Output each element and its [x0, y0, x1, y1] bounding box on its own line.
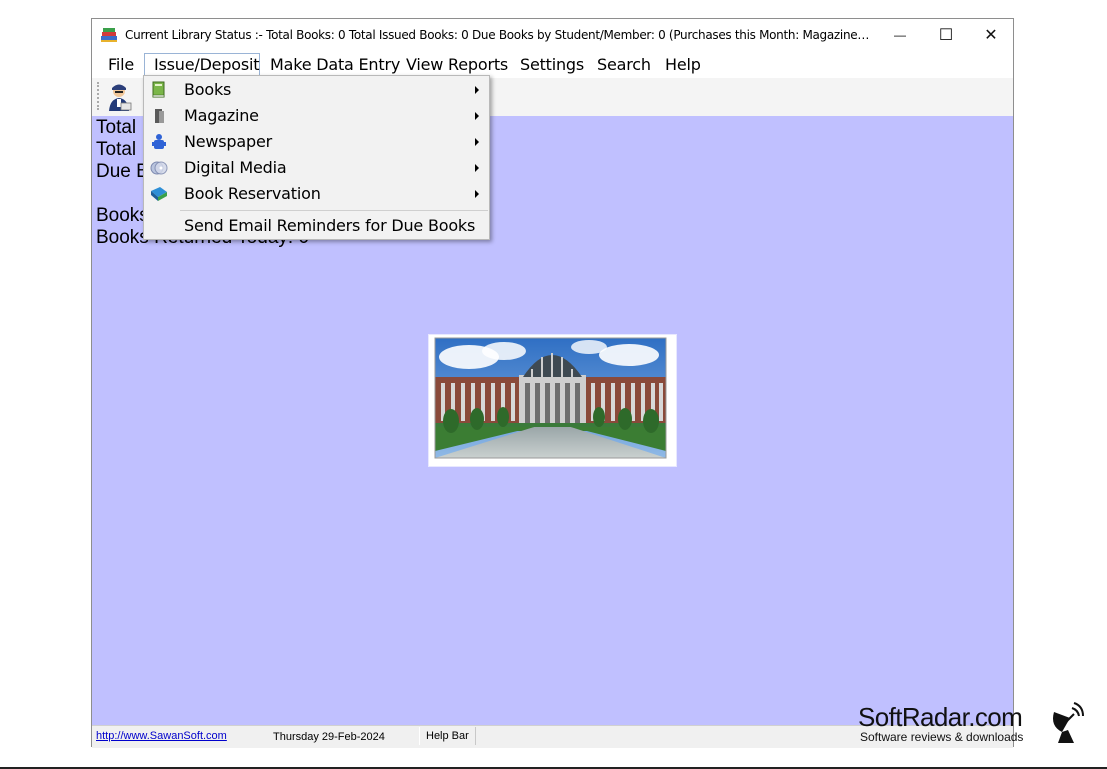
menu-settings[interactable]: Settings: [511, 53, 593, 77]
satellite-dish-icon: [1053, 702, 1084, 743]
menu-item-book-reservation[interactable]: Book Reservation: [144, 181, 489, 207]
minimize-icon: —: [894, 28, 906, 42]
menu-file[interactable]: File: [99, 53, 143, 77]
status-date: Thursday 29-Feb-2024: [273, 731, 385, 743]
books-issued-today-label: Books: [96, 205, 149, 226]
menu-help[interactable]: Help: [656, 53, 710, 77]
menu-item-label: Digital Media: [184, 158, 287, 177]
menu-issue-deposit[interactable]: Issue/Deposit: [144, 53, 260, 77]
minimize-button[interactable]: —: [877, 19, 923, 51]
watermark-subtitle: Software reviews & downloads: [860, 730, 1024, 744]
total-issued-label: Total: [96, 139, 137, 160]
watermark-title: SoftRadar.com: [858, 702, 1023, 732]
menu-item-label: Books: [184, 80, 232, 99]
book-icon: [152, 81, 165, 98]
help-bar-panel: Help Bar: [419, 727, 476, 745]
librarian-icon[interactable]: [104, 82, 134, 112]
maximize-button[interactable]: ☐: [923, 19, 969, 51]
menu-search[interactable]: Search: [588, 53, 660, 77]
toolbar-grip[interactable]: [97, 82, 101, 110]
menu-item-digital-media[interactable]: Digital Media: [144, 155, 489, 181]
menu-view-reports[interactable]: View Reports: [397, 53, 517, 77]
reservation-icon: [151, 187, 167, 201]
close-button[interactable]: ✕: [968, 19, 1014, 51]
digital-media-icon: [150, 161, 168, 175]
books-app-icon: [101, 28, 117, 42]
due-books-label: Due B: [96, 161, 149, 182]
library-building-image: [429, 335, 676, 466]
magazine-icon: [155, 109, 164, 123]
newspaper-icon: [152, 134, 166, 149]
menu-item-label: Book Reservation: [184, 184, 321, 203]
menu-item-label: Send Email Reminders for Due Books: [184, 216, 476, 235]
close-icon: ✕: [984, 27, 998, 44]
window-title: Current Library Status :- Total Books: 0…: [125, 28, 875, 42]
softradar-watermark: SoftRadar.com Software reviews & downloa…: [858, 700, 1098, 750]
submenu-arrow-icon: [475, 164, 479, 172]
library-building-illustration: [434, 337, 667, 459]
maximize-icon: ☐: [938, 27, 954, 44]
title-bar: Current Library Status :- Total Books: 0…: [92, 19, 1013, 51]
submenu-arrow-icon: [475, 190, 479, 198]
menu-item-newspaper[interactable]: Newspaper: [144, 129, 489, 155]
menu-make-data-entry[interactable]: Make Data Entry: [261, 53, 409, 77]
submenu-arrow-icon: [475, 86, 479, 94]
menu-item-label: Newspaper: [184, 132, 272, 151]
menu-separator: [180, 210, 488, 211]
menu-item-magazine[interactable]: Magazine: [144, 103, 489, 129]
total-books-label: Total: [96, 117, 137, 138]
menu-bar: File Issue/Deposit Make Data Entry View …: [92, 52, 1013, 77]
menu-item-label: Magazine: [184, 106, 259, 125]
submenu-arrow-icon: [475, 138, 479, 146]
website-link[interactable]: http://www.SawanSoft.com: [96, 730, 227, 742]
menu-item-send-email-reminders[interactable]: Send Email Reminders for Due Books: [144, 213, 489, 239]
menu-item-books[interactable]: Books: [144, 77, 489, 103]
issue-deposit-dropdown: Books Magazine Newspaper Digital Media B…: [143, 75, 490, 240]
submenu-arrow-icon: [475, 112, 479, 120]
